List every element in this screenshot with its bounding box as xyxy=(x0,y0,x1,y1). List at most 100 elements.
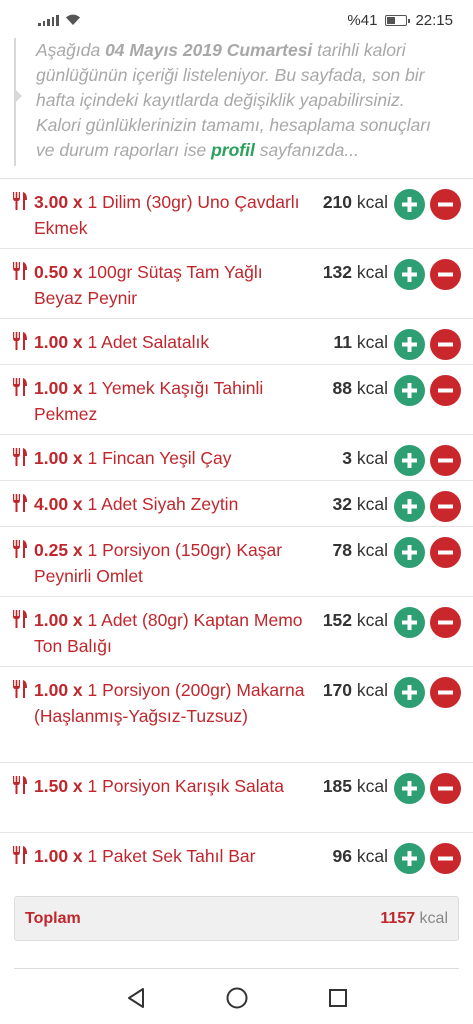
add-portion-button[interactable] xyxy=(394,607,425,638)
add-portion-button[interactable] xyxy=(394,445,425,476)
food-quantity: 4.00 x xyxy=(34,494,83,514)
kcal-value: 132 xyxy=(322,262,353,282)
kcal-unit: kcal xyxy=(352,378,388,398)
kcal-unit: kcal xyxy=(352,192,388,212)
wifi-icon xyxy=(65,14,80,25)
battery-percent: %41 xyxy=(347,11,378,29)
food-quantity: 1.00 x xyxy=(34,378,83,398)
food-quantity: 1.00 x xyxy=(34,610,83,630)
kcal-value: 152 xyxy=(322,610,353,630)
add-portion-button[interactable] xyxy=(394,843,425,874)
remove-portion-button[interactable] xyxy=(430,375,461,406)
row-actions xyxy=(394,773,461,804)
food-kcal: 3 kcal xyxy=(316,445,394,471)
remove-portion-button[interactable] xyxy=(430,329,461,360)
add-portion-button[interactable] xyxy=(394,259,425,290)
plus-circle-icon xyxy=(401,850,418,867)
food-kcal: 32 kcal xyxy=(316,491,394,517)
minus-circle-icon xyxy=(437,544,454,561)
remove-portion-button[interactable] xyxy=(430,607,461,638)
add-portion-button[interactable] xyxy=(394,491,425,522)
food-row: 0.50 x 100gr Sütaş Tam Yağlı Beyaz Peyni… xyxy=(0,248,473,318)
food-kcal: 11 kcal xyxy=(316,329,394,355)
row-actions xyxy=(394,375,461,406)
food-row: 1.50 x 1 Porsiyon Karışık Salata 185 kcal xyxy=(0,762,473,832)
plus-circle-icon xyxy=(401,780,418,797)
back-button[interactable] xyxy=(121,983,151,1013)
divider xyxy=(14,968,459,969)
kcal-value: 3 xyxy=(342,448,353,468)
food-row: 1.00 x 1 Yemek Kaşığı Tahinli Pekmez 88 k… xyxy=(0,364,473,434)
kcal-value: 210 xyxy=(322,192,353,212)
diary-description: Aşağıda 04 Mayıs 2019 Cumartesi tarihli … xyxy=(14,38,454,166)
plus-circle-icon xyxy=(401,544,418,561)
add-portion-button[interactable] xyxy=(394,189,425,220)
status-bar: %41 22:15 xyxy=(0,0,473,40)
food-quantity: 3.00 x xyxy=(34,192,83,212)
add-portion-button[interactable] xyxy=(394,773,425,804)
food-kcal: 210 kcal xyxy=(316,189,394,215)
status-left xyxy=(38,14,81,26)
fork-knife-icon xyxy=(12,189,34,211)
food-kcal: 170 kcal xyxy=(316,677,394,703)
food-name: 1.00 x 1 Paket Sek Tahıl Bar xyxy=(34,843,316,869)
status-right: %41 22:15 xyxy=(347,12,453,29)
remove-portion-button[interactable] xyxy=(430,537,461,568)
food-quantity: 0.50 x xyxy=(34,262,83,282)
plus-circle-icon xyxy=(401,336,418,353)
fork-knife-icon xyxy=(12,773,34,795)
fork-knife-icon xyxy=(12,537,34,559)
remove-portion-button[interactable] xyxy=(430,259,461,290)
plus-circle-icon xyxy=(401,614,418,631)
navigation-bar xyxy=(0,972,473,1024)
remove-portion-button[interactable] xyxy=(430,677,461,708)
recent-apps-button[interactable] xyxy=(323,983,353,1013)
food-name: 1.00 x 1 Adet Salatalık xyxy=(34,329,316,355)
home-button[interactable] xyxy=(222,983,252,1013)
kcal-unit: kcal xyxy=(352,448,388,468)
signal-icon xyxy=(38,14,59,26)
minus-circle-icon xyxy=(437,498,454,515)
plus-circle-icon xyxy=(401,196,418,213)
food-row: 0.25 x 1 Porsiyon (150gr) Kaşar Peynirli… xyxy=(0,526,473,596)
kcal-value: 96 xyxy=(332,846,353,866)
food-kcal: 185 kcal xyxy=(316,773,394,799)
kcal-unit: kcal xyxy=(352,262,388,282)
food-row: 1.00 x 1 Porsiyon (200gr) Makarna (Haşla… xyxy=(0,666,473,762)
fork-knife-icon xyxy=(12,329,34,351)
plus-circle-icon xyxy=(401,452,418,469)
profile-link[interactable]: profil xyxy=(211,140,255,160)
add-portion-button[interactable] xyxy=(394,329,425,360)
add-portion-button[interactable] xyxy=(394,537,425,568)
description-arrow xyxy=(14,88,22,104)
add-portion-button[interactable] xyxy=(394,677,425,708)
row-actions xyxy=(394,491,461,522)
clock: 22:15 xyxy=(415,11,453,29)
food-kcal: 96 kcal xyxy=(316,843,394,869)
fork-knife-icon xyxy=(12,843,34,865)
row-actions xyxy=(394,677,461,708)
triangle-back-icon xyxy=(127,988,144,1008)
kcal-value: 185 xyxy=(322,776,353,796)
fork-knife-icon xyxy=(12,491,34,513)
square-recent-icon xyxy=(328,989,347,1007)
add-portion-button[interactable] xyxy=(394,375,425,406)
food-name: 1.00 x 1 Adet (80gr) Kaptan Memo Ton Bal… xyxy=(34,607,316,659)
kcal-value: 78 xyxy=(332,540,353,560)
remove-portion-button[interactable] xyxy=(430,445,461,476)
food-kcal: 78 kcal xyxy=(316,537,394,563)
remove-portion-button[interactable] xyxy=(430,491,461,522)
kcal-unit: kcal xyxy=(352,610,388,630)
food-row: 3.00 x 1 Dilim (30gr) Uno Çavdarlı Ekmek… xyxy=(0,178,473,248)
food-quantity: 1.00 x xyxy=(34,846,83,866)
food-quantity: 1.00 x xyxy=(34,448,83,468)
remove-portion-button[interactable] xyxy=(430,773,461,804)
plus-circle-icon xyxy=(401,382,418,399)
remove-portion-button[interactable] xyxy=(430,189,461,220)
food-name: 1.50 x 1 Porsiyon Karışık Salata xyxy=(34,773,316,799)
plus-circle-icon xyxy=(401,266,418,283)
food-quantity: 1.00 x xyxy=(34,332,83,352)
row-actions xyxy=(394,259,461,290)
remove-portion-button[interactable] xyxy=(430,843,461,874)
kcal-value: 32 xyxy=(332,494,353,514)
